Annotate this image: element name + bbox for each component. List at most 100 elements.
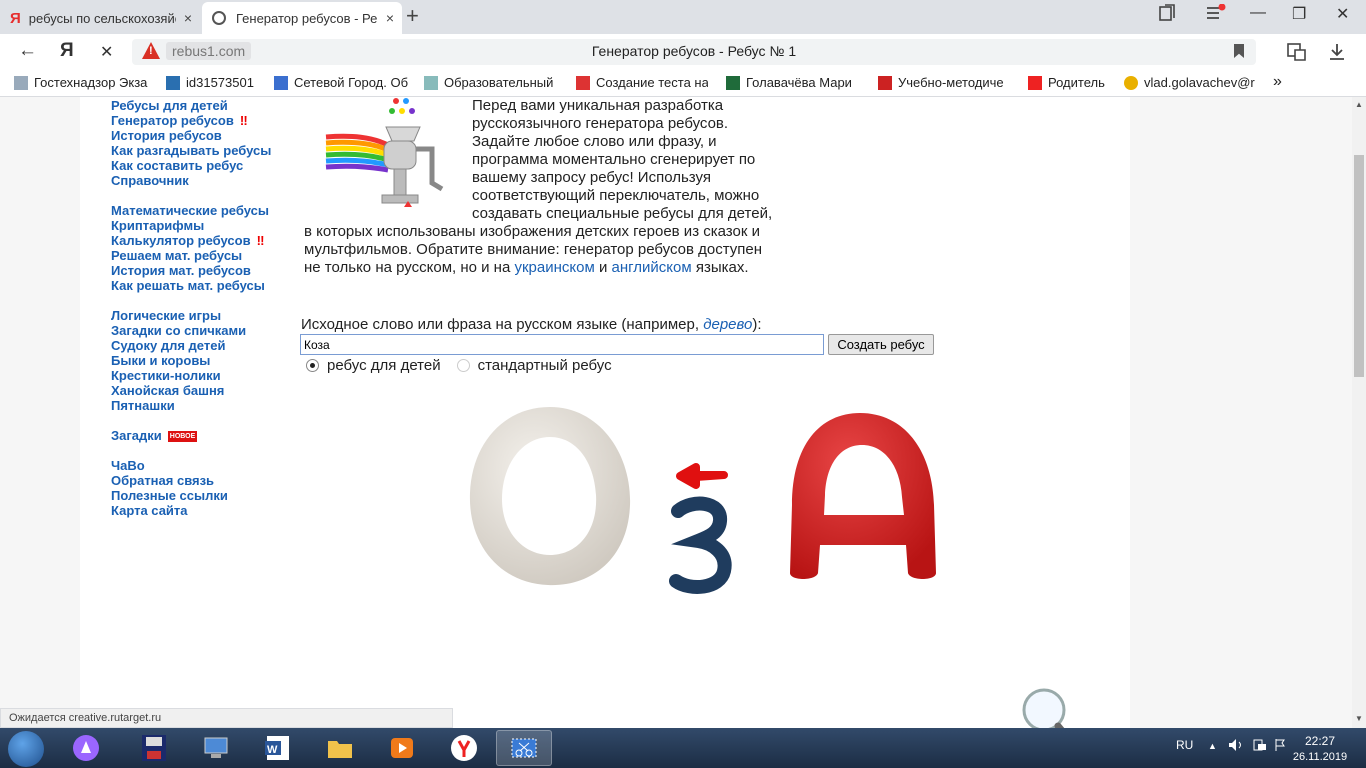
bookmark-item[interactable]: id31573501 bbox=[166, 75, 266, 90]
letter-a-clay bbox=[790, 413, 936, 579]
back-button[interactable]: ← bbox=[18, 40, 37, 62]
tab-close-icon[interactable]: × bbox=[378, 10, 402, 26]
yandex-icon: Я bbox=[10, 9, 21, 27]
sidebar-item-logic-games[interactable]: Логические игры bbox=[111, 308, 271, 323]
intro-and: и bbox=[598, 259, 608, 276]
volume-icon[interactable] bbox=[1228, 738, 1244, 755]
system-clock[interactable]: 22:27 26.11.2019 bbox=[1290, 733, 1350, 765]
bookmarks-panel-icon[interactable] bbox=[1158, 4, 1176, 27]
sidebar-item-fifteen[interactable]: Пятнашки bbox=[111, 398, 271, 413]
taskbar-computer[interactable] bbox=[188, 730, 244, 766]
sidebar-item-tic-tac-toe[interactable]: Крестики-нолики bbox=[111, 368, 271, 383]
stop-button[interactable]: ✕ bbox=[100, 42, 113, 62]
english-link[interactable]: английском bbox=[612, 259, 692, 276]
clock-date: 26.11.2019 bbox=[1292, 751, 1348, 763]
yandex-button[interactable]: Я bbox=[60, 40, 74, 62]
bookmark-item[interactable]: Родитель bbox=[1028, 75, 1112, 90]
sidebar-item-hanoi[interactable]: Ханойская башня bbox=[111, 383, 271, 398]
restore-button[interactable]: ❐ bbox=[1292, 4, 1306, 24]
arrow-left-icon bbox=[676, 463, 728, 489]
sidebar-item-riddles[interactable]: Загадки НОВОЕ bbox=[111, 428, 271, 443]
test-icon bbox=[576, 75, 590, 90]
intro-end: языках. bbox=[695, 259, 749, 276]
create-rebus-button[interactable]: Создать ребус bbox=[828, 334, 934, 355]
network-icon[interactable] bbox=[1252, 738, 1268, 755]
bookmark-item[interactable]: Создание теста на bbox=[576, 75, 708, 90]
minimize-button[interactable]: — bbox=[1250, 4, 1266, 22]
u-icon bbox=[878, 75, 892, 90]
start-button[interactable] bbox=[8, 731, 44, 767]
menu-icon[interactable] bbox=[1205, 3, 1227, 27]
tab-rebus-search[interactable]: Я ребусы по сельскохозяйст × bbox=[0, 2, 200, 34]
bookmark-item[interactable]: vlad.golavachev@r bbox=[1124, 75, 1260, 90]
page-scrollbar[interactable]: ▲ ▼ bbox=[1352, 97, 1366, 728]
bookmark-item[interactable]: Сетевой Город. Об bbox=[274, 75, 408, 90]
sidebar-item-how-solve-math[interactable]: Как решать мат. ребусы bbox=[111, 278, 271, 293]
sidebar-item-reference[interactable]: Справочник bbox=[111, 173, 271, 188]
sidebar-item-history[interactable]: История ребусов bbox=[111, 128, 271, 143]
taskbar-save-app[interactable] bbox=[126, 730, 182, 766]
letter-z-clay bbox=[669, 496, 732, 594]
sidebar-item-cryptarithms[interactable]: Криптарифмы bbox=[111, 218, 271, 233]
folder-icon bbox=[328, 741, 352, 758]
bookmark-item[interactable]: Голавачёва Мари bbox=[726, 75, 860, 90]
sidebar-item-math-history[interactable]: История мат. ребусов bbox=[111, 263, 271, 278]
new-tab-button[interactable]: + bbox=[406, 5, 419, 27]
windows-taskbar: W RU ▲ 22:27 26.11.2019 bbox=[0, 728, 1366, 768]
rebus-type-radio-group: ребус для детей стандартный ребус bbox=[306, 357, 612, 374]
status-bar: Ожидается creative.rutarget.ru bbox=[0, 708, 453, 728]
book-icon bbox=[166, 75, 180, 90]
hot-icon: ‼ bbox=[239, 113, 248, 128]
scroll-up-icon[interactable]: ▲ bbox=[1355, 100, 1363, 109]
sidebar-item-sudoku[interactable]: Судоку для детей bbox=[111, 338, 271, 353]
tab-close-icon[interactable]: × bbox=[176, 10, 200, 26]
taskbar-yandex-browser[interactable] bbox=[436, 730, 492, 766]
tray-expand-icon[interactable]: ▲ bbox=[1208, 741, 1217, 751]
taskbar-alice[interactable] bbox=[58, 730, 114, 766]
computer-icon bbox=[204, 737, 228, 758]
close-window-button[interactable]: ✕ bbox=[1336, 4, 1349, 24]
sidebar-item-calculator[interactable]: Калькулятор ребусов ‼ bbox=[111, 233, 271, 248]
tab-rebus-generator[interactable]: Генератор ребусов - Ре × bbox=[202, 2, 402, 34]
kids-radio-label[interactable]: ребус для детей bbox=[327, 357, 441, 374]
sidebar-item-feedback[interactable]: Обратная связь bbox=[111, 473, 271, 488]
language-indicator[interactable]: RU bbox=[1176, 738, 1193, 752]
taskbar-word[interactable]: W bbox=[250, 730, 306, 766]
taskbar-explorer[interactable] bbox=[312, 730, 368, 766]
loading-icon bbox=[212, 11, 226, 25]
input-label: Исходное слово или фраза на русском язык… bbox=[301, 316, 762, 333]
bookmark-item[interactable]: Учебно-методиче bbox=[878, 75, 1010, 90]
svg-text:W: W bbox=[267, 744, 278, 756]
standard-radio[interactable] bbox=[456, 359, 470, 372]
page-title: Генератор ребусов - Ребус № 1 bbox=[591, 43, 797, 59]
standard-radio-label[interactable]: стандартный ребус bbox=[478, 357, 612, 374]
example-link[interactable]: дерево bbox=[703, 316, 752, 333]
scroll-down-icon[interactable]: ▼ bbox=[1355, 714, 1363, 723]
sidebar-item-how-solve[interactable]: Как разгадывать ребусы bbox=[111, 143, 271, 158]
tab-strip: Я ребусы по сельскохозяйст × Генератор р… bbox=[0, 0, 1366, 34]
kids-radio[interactable] bbox=[306, 359, 319, 372]
flag-icon[interactable] bbox=[1274, 738, 1286, 755]
alice-icon bbox=[73, 735, 99, 761]
sidebar-item-math-rebuses[interactable]: Математические ребусы bbox=[111, 203, 271, 218]
sidebar-item-useful-links[interactable]: Полезные ссылки bbox=[111, 488, 271, 503]
bookmark-item[interactable]: Образовательный bbox=[424, 75, 558, 90]
sidebar-item-how-make[interactable]: Как составить ребус bbox=[111, 158, 271, 173]
protect-icon[interactable] bbox=[1286, 42, 1308, 68]
phrase-input[interactable] bbox=[300, 334, 824, 355]
sidebar-item-matches[interactable]: Загадки со спичками bbox=[111, 323, 271, 338]
sidebar-item-sitemap[interactable]: Карта сайта bbox=[111, 503, 271, 518]
sidebar-item-generator[interactable]: Генератор ребусов ‼ bbox=[111, 113, 271, 128]
bookmark-item[interactable]: Гостехнадзор Экза bbox=[14, 75, 150, 90]
download-icon[interactable] bbox=[1327, 42, 1347, 68]
sidebar-item-solve-math[interactable]: Решаем мат. ребусы bbox=[111, 248, 271, 263]
ukrainian-link[interactable]: украинском bbox=[514, 259, 594, 276]
address-bar[interactable]: rebus1.com Генератор ребусов - Ребус № 1 bbox=[132, 39, 1256, 65]
sidebar-item-kids-rebuses[interactable]: Ребусы для детей bbox=[111, 98, 271, 113]
sidebar-item-bulls-cows[interactable]: Быки и коровы bbox=[111, 353, 271, 368]
taskbar-snipping-tool[interactable] bbox=[496, 730, 552, 766]
taskbar-video[interactable] bbox=[374, 730, 430, 766]
sidebar-item-faq[interactable]: ЧаВо bbox=[111, 458, 271, 473]
scrollbar-thumb[interactable] bbox=[1354, 155, 1364, 377]
bookmarks-more-button[interactable]: » bbox=[1273, 73, 1282, 91]
